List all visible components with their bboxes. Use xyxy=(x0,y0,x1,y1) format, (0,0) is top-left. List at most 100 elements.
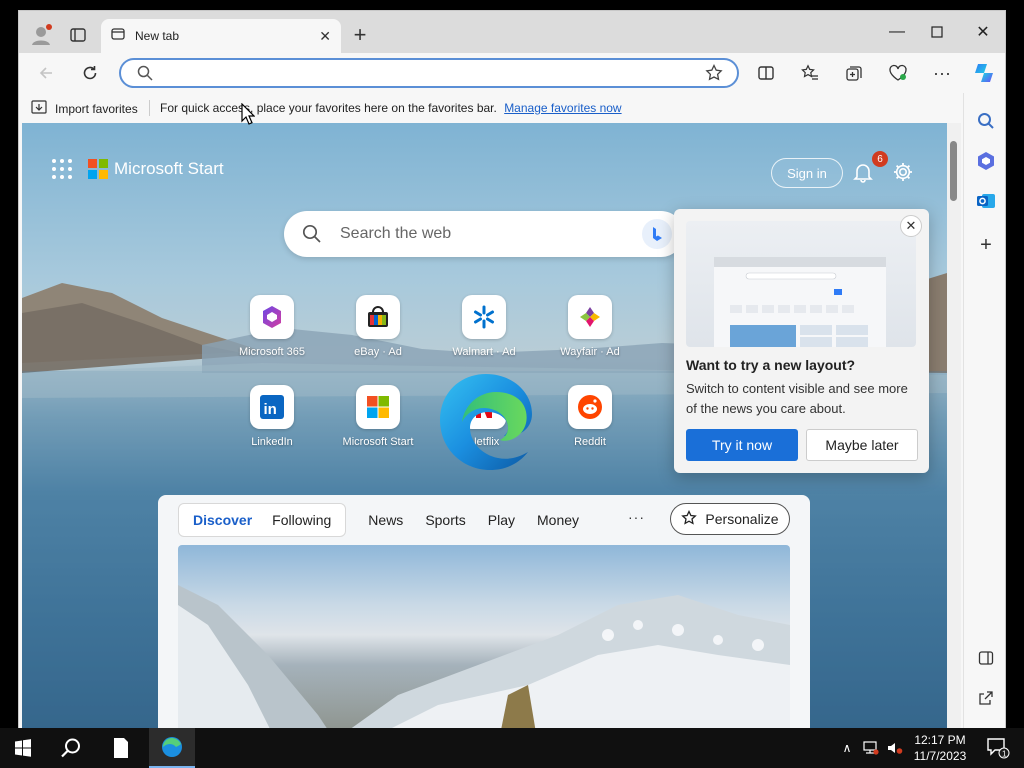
tab-title: New tab xyxy=(135,29,180,43)
edge-sidebar: + xyxy=(963,93,1005,736)
network-icon[interactable] xyxy=(860,728,882,768)
favorites-bar: Import favorites For quick access, place… xyxy=(19,93,1005,123)
more-options-icon[interactable]: ··· xyxy=(929,60,955,86)
sidebar-add-icon[interactable]: + xyxy=(974,233,998,257)
split-screen-icon[interactable] xyxy=(753,60,779,86)
windows-taskbar: ∧ 12:17 PM 11/7/2023 1 xyxy=(0,728,1024,768)
tab-close-icon[interactable]: ✕ xyxy=(319,28,331,45)
favorites-icon[interactable] xyxy=(797,60,823,86)
sidebar-hide-icon[interactable] xyxy=(974,646,998,670)
sidebar-external-link-icon[interactable] xyxy=(974,686,998,710)
favorites-hint: For quick access, place your favorites h… xyxy=(160,101,622,115)
ebay-icon xyxy=(356,295,400,339)
feed-hero-image[interactable] xyxy=(178,545,790,736)
tab-new-tab[interactable]: New tab ✕ xyxy=(101,19,341,53)
try-it-now-button[interactable]: Try it now xyxy=(686,429,798,461)
favorite-star-icon[interactable] xyxy=(705,63,723,87)
close-window-icon[interactable]: ✕ xyxy=(963,17,1003,47)
personalize-button[interactable]: Personalize xyxy=(670,503,790,535)
refresh-icon[interactable] xyxy=(77,60,103,86)
microsoft-logo-icon xyxy=(88,159,108,179)
linkedin-icon: in xyxy=(250,385,294,429)
favorites-separator xyxy=(149,100,150,116)
popup-description: Switch to content visible and see more o… xyxy=(686,381,908,416)
bing-chat-icon[interactable] xyxy=(642,219,672,249)
app-launcher-icon[interactable] xyxy=(52,159,72,179)
show-hidden-icons-chevron-icon[interactable]: ∧ xyxy=(836,728,858,768)
svg-text:in: in xyxy=(264,401,277,418)
quick-link-label: LinkedIn xyxy=(251,436,293,448)
feed-more-icon[interactable]: ··· xyxy=(628,509,645,525)
start-button-icon[interactable] xyxy=(0,728,46,768)
quick-link-ebay[interactable]: eBay · Ad xyxy=(333,295,423,358)
sidebar-search-icon[interactable] xyxy=(974,109,998,133)
layout-preview-image xyxy=(686,221,916,347)
clock-date: 11/7/2023 xyxy=(913,749,967,763)
quick-link-reddit[interactable]: Reddit xyxy=(545,385,635,448)
import-favorites-label: Import favorites xyxy=(55,101,138,116)
quick-link-walmart[interactable]: Walmart · Ad xyxy=(439,295,529,358)
quick-link-label: Walmart · Ad xyxy=(452,346,516,358)
address-input[interactable] xyxy=(165,64,685,82)
maximize-icon[interactable] xyxy=(917,17,957,47)
action-center-icon[interactable]: 1 xyxy=(978,728,1018,768)
page-scrollbar[interactable] xyxy=(947,123,961,736)
walmart-icon xyxy=(462,295,506,339)
quick-link-microsoft-365[interactable]: Microsoft 365 xyxy=(227,295,317,358)
copilot-icon[interactable] xyxy=(971,60,997,86)
microsoft-start-header: Microsoft Start xyxy=(52,159,224,179)
sidebar-outlook-icon[interactable] xyxy=(974,189,998,213)
browser-essentials-icon[interactable] xyxy=(885,60,911,86)
taskbar-edge-icon[interactable] xyxy=(149,728,195,768)
brand-title[interactable]: Microsoft Start xyxy=(114,159,224,179)
wayfair-icon xyxy=(568,295,612,339)
minimize-icon[interactable]: — xyxy=(877,17,917,47)
page-settings-icon[interactable] xyxy=(892,161,914,183)
tab-actions-icon[interactable] xyxy=(67,24,89,46)
tab-page-icon xyxy=(111,27,125,46)
personalize-icon xyxy=(681,509,698,529)
new-tab-icon[interactable]: + xyxy=(349,22,371,47)
tab-money[interactable]: Money xyxy=(537,512,579,528)
sign-in-button[interactable]: Sign in xyxy=(771,158,843,188)
notifications-bell-icon[interactable] xyxy=(852,161,874,183)
edge-logo-icon xyxy=(440,374,532,470)
microsoft-365-icon xyxy=(250,295,294,339)
import-favorites-button[interactable]: Import favorites xyxy=(31,100,138,117)
sidebar-microsoft-365-icon[interactable] xyxy=(974,149,998,173)
system-clock[interactable]: 12:17 PM 11/7/2023 xyxy=(905,732,975,764)
news-feed: Discover Following News Sports Play Mone… xyxy=(158,495,810,736)
quick-link-label: Wayfair · Ad xyxy=(560,346,620,358)
tab-bar: New tab ✕ + — ✕ xyxy=(19,11,1005,53)
tab-news[interactable]: News xyxy=(368,512,403,528)
scrollbar-thumb[interactable] xyxy=(950,141,957,201)
tab-sports[interactable]: Sports xyxy=(425,512,465,528)
tab-discover[interactable]: Discover xyxy=(183,512,262,528)
quick-link-microsoft-start[interactable]: Microsoft Start xyxy=(333,385,423,448)
tab-play[interactable]: Play xyxy=(488,512,515,528)
tab-following[interactable]: Following xyxy=(262,512,341,528)
maybe-later-button[interactable]: Maybe later xyxy=(806,429,918,461)
feed-segment-control: Discover Following xyxy=(178,503,347,537)
web-search-box[interactable]: Search the web xyxy=(284,211,684,257)
manage-favorites-link[interactable]: Manage favorites now xyxy=(504,101,621,115)
collections-icon[interactable] xyxy=(841,60,867,86)
notification-badge: 6 xyxy=(872,151,888,167)
feed-nav: Discover Following News Sports Play Mone… xyxy=(178,503,579,537)
quick-link-label: eBay · Ad xyxy=(354,346,402,358)
search-icon xyxy=(137,65,153,86)
volume-muted-icon[interactable] xyxy=(884,728,906,768)
profile-icon[interactable] xyxy=(29,23,53,47)
file-explorer-icon[interactable] xyxy=(98,728,144,768)
taskbar-search-icon[interactable] xyxy=(48,728,94,768)
import-icon xyxy=(31,100,47,117)
new-tab-page: Microsoft Start Sign in 6 Search the web xyxy=(22,123,947,736)
back-icon[interactable] xyxy=(33,60,59,86)
popup-close-icon[interactable]: ✕ xyxy=(900,215,922,237)
address-bar[interactable] xyxy=(119,58,739,88)
quick-link-linkedin[interactable]: in LinkedIn xyxy=(227,385,317,448)
quick-link-wayfair[interactable]: Wayfair · Ad xyxy=(545,295,635,358)
web-search-placeholder: Search the web xyxy=(340,225,452,242)
popup-title: Want to try a new layout? xyxy=(686,357,856,373)
new-layout-popup: ✕ Want to try a new layout? Switch to co… xyxy=(674,209,929,473)
